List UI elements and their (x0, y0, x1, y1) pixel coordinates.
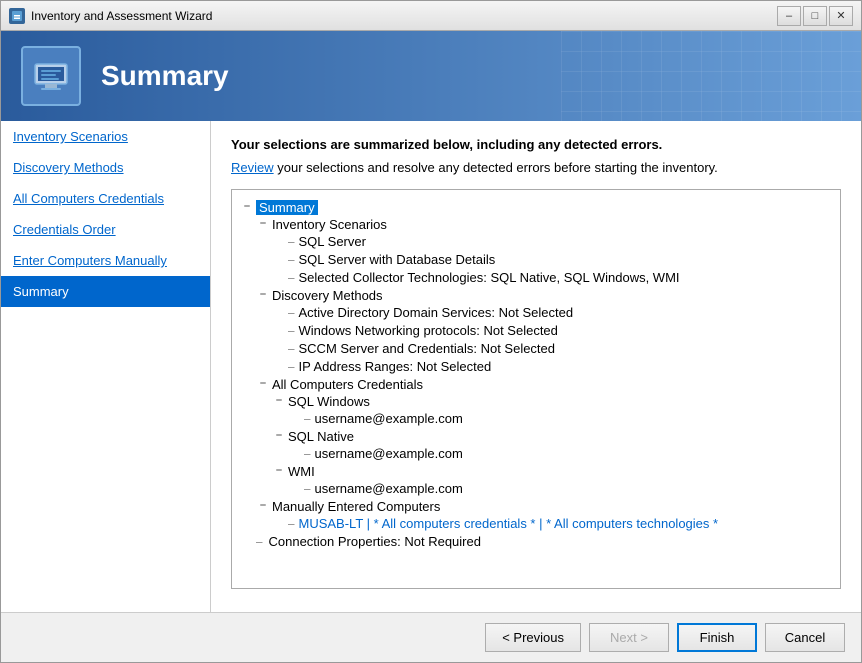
creds-expander[interactable]: ⎯ (256, 377, 270, 390)
sidebar: Inventory Scenarios Discovery Methods Al… (1, 121, 211, 612)
next-button[interactable]: Next > (589, 623, 669, 652)
win-net-label: Windows Networking protocols: Not Select… (299, 323, 558, 338)
tree-inventory-scenarios: ⎯ Inventory Scenarios (240, 217, 832, 232)
musab-lt-label: MUSAB-LT | * All computers credentials *… (299, 516, 719, 531)
footer: < Previous Next > Finish Cancel (1, 612, 861, 662)
tree-musab-lt: ⎯ MUSAB-LT | * All computers credentials… (240, 516, 832, 532)
tree-discovery-methods: ⎯ Discovery Methods (240, 288, 832, 303)
cancel-button[interactable]: Cancel (765, 623, 845, 652)
main-window: Inventory and Assessment Wizard – □ ✕ Su… (0, 0, 862, 663)
root-expander[interactable]: ⎯ (240, 200, 254, 213)
root-label: Summary (256, 200, 318, 215)
content-header: Your selections are summarized below, in… (231, 137, 841, 152)
tree-all-creds: ⎯ All Computers Credentials (240, 377, 832, 392)
sidebar-item-inventory-scenarios[interactable]: Inventory Scenarios (1, 121, 210, 152)
sidebar-item-all-computers-credentials[interactable]: All Computers Credentials (1, 183, 210, 214)
content-subtext: Review your selections and resolve any d… (231, 160, 841, 175)
wmi-label: WMI (288, 464, 315, 479)
disc-expander[interactable]: ⎯ (256, 288, 270, 301)
sql-windows-label: SQL Windows (288, 394, 370, 409)
sql-win-user-label: username@example.com (315, 411, 463, 426)
all-creds-label: All Computers Credentials (272, 377, 423, 392)
tree-ip-ranges: ⎯ IP Address Ranges: Not Selected (240, 359, 832, 375)
tree-sql-nat-user: ⎯ username@example.com (240, 446, 832, 462)
tree-win-net: ⎯ Windows Networking protocols: Not Sele… (240, 323, 832, 339)
disc-label: Discovery Methods (272, 288, 383, 303)
tree-manual-computers: ⎯ Manually Entered Computers (240, 499, 832, 514)
sidebar-item-credentials-order[interactable]: Credentials Order (1, 214, 210, 245)
inv-expander[interactable]: ⎯ (256, 217, 270, 230)
manual-expander[interactable]: ⎯ (256, 499, 270, 512)
previous-button[interactable]: < Previous (485, 623, 581, 652)
tree-sql-windows: ⎯ SQL Windows (240, 394, 832, 409)
collector-tech-label: Selected Collector Technologies: SQL Nat… (299, 270, 680, 285)
summary-tree: ⎯ Summary ⎯ Inventory Scenarios ⎯ SQL Se… (231, 189, 841, 589)
header-title: Summary (101, 60, 229, 92)
tree-collector-tech: ⎯ Selected Collector Technologies: SQL N… (240, 270, 832, 286)
tree-wmi: ⎯ WMI (240, 464, 832, 479)
window-title: Inventory and Assessment Wizard (31, 9, 777, 23)
maximize-button[interactable]: □ (803, 6, 827, 26)
sidebar-item-discovery-methods[interactable]: Discovery Methods (1, 152, 210, 183)
tree-sql-server: ⎯ SQL Server (240, 234, 832, 250)
tree-connection-props: ⎯ Connection Properties: Not Required (240, 534, 832, 550)
manual-label: Manually Entered Computers (272, 499, 440, 514)
sidebar-item-summary[interactable]: Summary (1, 276, 210, 307)
sql-native-label: SQL Native (288, 429, 354, 444)
ad-ds-label: Active Directory Domain Services: Not Se… (299, 305, 574, 320)
header-banner: Summary (1, 31, 861, 121)
tree-sccm: ⎯ SCCM Server and Credentials: Not Selec… (240, 341, 832, 357)
content-area: Your selections are summarized below, in… (211, 121, 861, 612)
minimize-button[interactable]: – (777, 6, 801, 26)
sql-nat-expander[interactable]: ⎯ (272, 429, 286, 442)
finish-button[interactable]: Finish (677, 623, 757, 652)
sql-server-db-label: SQL Server with Database Details (299, 252, 496, 267)
tree-ad-ds: ⎯ Active Directory Domain Services: Not … (240, 305, 832, 321)
tree-wmi-user: ⎯ username@example.com (240, 481, 832, 497)
review-link[interactable]: Review (231, 160, 274, 175)
tree-sql-native: ⎯ SQL Native (240, 429, 832, 444)
tree-sql-win-user: ⎯ username@example.com (240, 411, 832, 427)
header-icon (21, 46, 81, 106)
sccm-label: SCCM Server and Credentials: Not Selecte… (299, 341, 556, 356)
ip-ranges-label: IP Address Ranges: Not Selected (299, 359, 492, 374)
inv-label: Inventory Scenarios (272, 217, 387, 232)
sql-win-expander[interactable]: ⎯ (272, 394, 286, 407)
conn-props-label: Connection Properties: Not Required (269, 534, 481, 549)
app-icon (9, 8, 25, 24)
close-button[interactable]: ✕ (829, 6, 853, 26)
sql-server-label: SQL Server (299, 234, 366, 249)
tree-sql-server-db: ⎯ SQL Server with Database Details (240, 252, 832, 268)
wmi-user-label: username@example.com (315, 481, 463, 496)
wmi-expander[interactable]: ⎯ (272, 464, 286, 477)
sidebar-item-enter-computers-manually[interactable]: Enter Computers Manually (1, 245, 210, 276)
window-controls: – □ ✕ (777, 6, 853, 26)
title-bar: Inventory and Assessment Wizard – □ ✕ (1, 1, 861, 31)
main-content: Inventory Scenarios Discovery Methods Al… (1, 121, 861, 612)
sql-nat-user-label: username@example.com (315, 446, 463, 461)
tree-root: ⎯ Summary (240, 200, 832, 215)
